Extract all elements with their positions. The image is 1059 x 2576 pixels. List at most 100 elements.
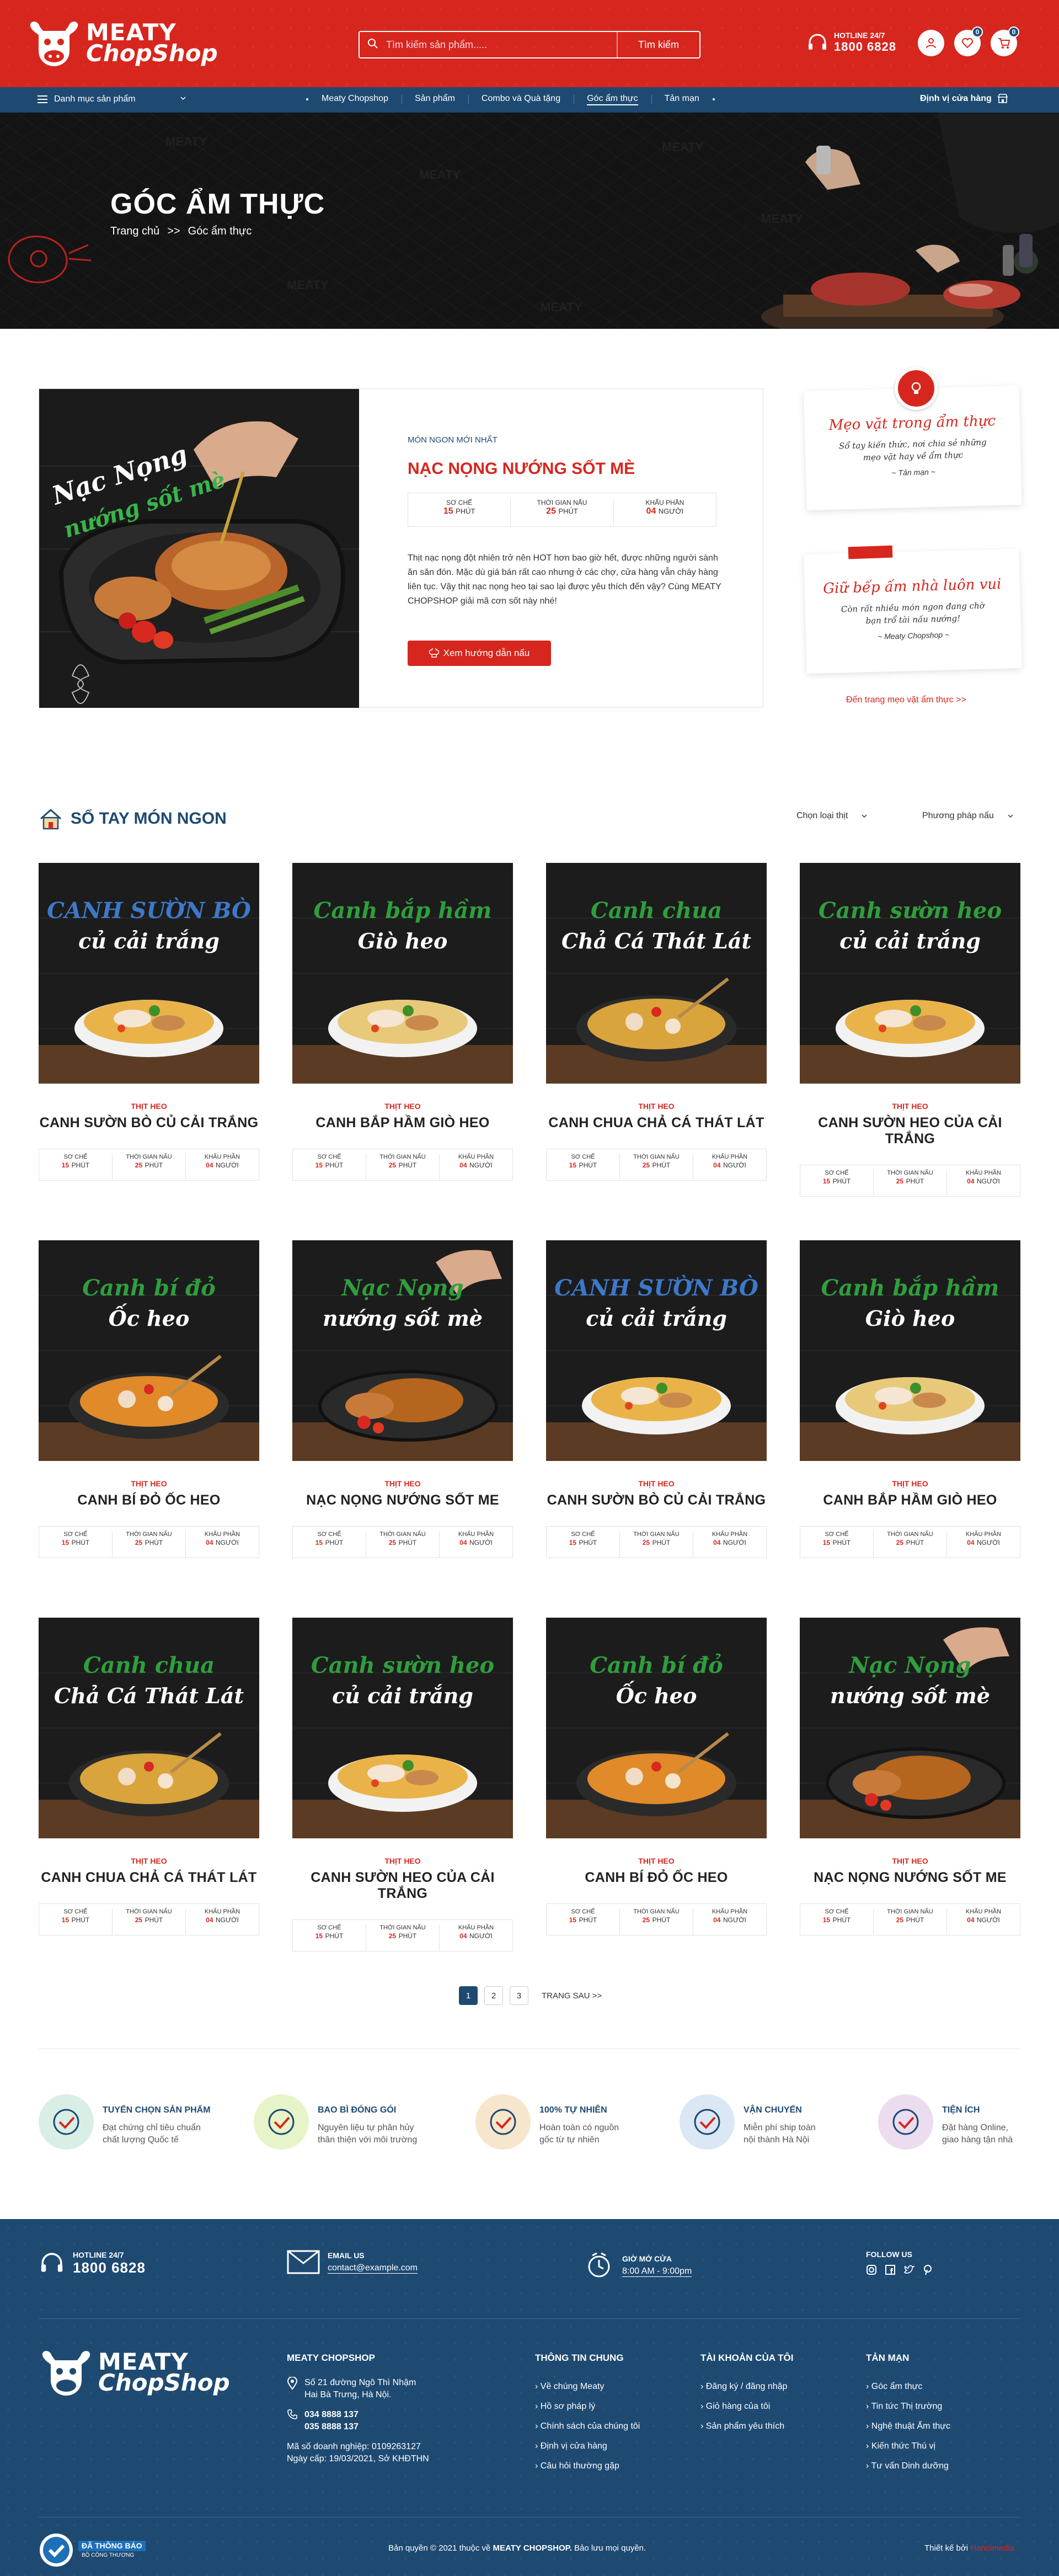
logo[interactable]: MEATY ChopShop [26,17,218,70]
footer-link[interactable]: Hồ sơ pháp lý [535,2397,640,2417]
featured-title[interactable]: NẠC NỌNG NƯỚNG SỐT MÈ [408,460,635,478]
designer-link[interactable]: Hanoimedia [970,2543,1014,2553]
instagram-icon[interactable] [866,2264,877,2278]
nav-item-meaty[interactable]: Meaty Chopshop [308,94,402,104]
pinterest-icon[interactable] [922,2264,933,2278]
recipe-image[interactable]: Canh chua Chả Cá Thát Lát [546,863,767,1084]
stat-prep: SƠ CHẾ 15 PHÚT [822,1170,851,1185]
recipe-name[interactable]: CANH BẮP HẦM GIÒ HEO [292,1115,513,1131]
footer-link[interactable]: Giỏ hàng của tôi [700,2397,793,2417]
svg-text:MEATY: MEATY [541,300,582,314]
recipe-card[interactable]: CANH SƯỜN BÒ củ cải trắng THỊT HEO CANH … [546,1240,767,1565]
tip-card-2[interactable]: Giữ bếp ấm nhà luôn vui Còn rất nhiều mó… [804,548,1022,674]
recipe-name[interactable]: CANH SƯỜN BÒ CỦ CẢI TRẮNG [39,1115,259,1131]
recipe-image[interactable]: Canh sườn heo củ cải trắng [800,863,1020,1084]
recipe-name[interactable]: CANH SƯỜN HEO CỦA CẢI TRẮNG [800,1115,1020,1147]
category-menu[interactable]: Danh mục sản phẩm [38,94,186,104]
twitter-icon[interactable] [903,2264,916,2278]
stat-prep: SƠ CHẾ 15 PHÚT [315,1154,344,1169]
footer-link[interactable]: Tin tức Thị trường [866,2397,950,2417]
account-button[interactable] [918,30,944,56]
wishlist-button[interactable]: 0 [954,26,983,56]
recipe-name[interactable]: NẠC NỌNG NƯỚNG SỐT ME [292,1492,513,1508]
recipe-image[interactable]: Canh sườn heo củ cải trắng [292,1618,513,1838]
footer-link[interactable]: Tư vấn Dinh dưỡng [866,2456,950,2476]
search-button[interactable]: Tìm kiếm [617,32,699,57]
recipe-card[interactable]: CANH SƯỜN BÒ củ cải trắng THỊT HEO CANH … [39,863,259,1187]
package-icon [254,2094,309,2150]
footer-link[interactable]: Định vị cửa hàng [535,2436,640,2456]
recipe-name[interactable]: CANH CHUA CHẢ CÁ THÁT LÁT [39,1870,259,1886]
footer-link[interactable]: Nghệ thuật Ẩm thực [866,2417,950,2436]
search-icon [360,38,386,52]
footer-link[interactable]: Câu hỏi thường gặp [535,2456,640,2476]
cart-button[interactable]: 0 [991,26,1019,56]
recipe-image[interactable]: Canh chua Chả Cá Thát Lát [39,1618,259,1838]
feature-title: TIỆN ÍCH [942,2105,980,2115]
breadcrumb-home[interactable]: Trang chủ [110,225,159,238]
hotline[interactable]: HOTLINE 24/7 1800 6828 [806,31,896,54]
recipe-image[interactable]: Canh bắp hầm Giò heo [292,863,513,1084]
recipe-name[interactable]: CANH SƯỜN BÒ CỦ CẢI TRẮNG [546,1492,767,1508]
footer-col-title: THÔNG TIN CHUNG [535,2353,624,2363]
nav-item-stories[interactable]: Tản mạn [651,94,713,104]
recipe-image[interactable]: CANH SƯỜN BÒ củ cải trắng [39,863,259,1084]
next-page[interactable]: TRANG SAU >> [535,1986,609,2005]
recipe-card[interactable]: Canh sườn heo củ cải trắng THỊT HEO CANH… [800,863,1020,1197]
page-1[interactable]: 1 [459,1986,478,2005]
recipe-image[interactable]: Nạc Nọng nướng sốt mè [800,1618,1020,1838]
recipe-card[interactable]: Canh bí đỏ Ốc heo THỊT HEO CANH BÍ ĐỎ ỐC… [39,1240,259,1565]
featured-recipe-image[interactable]: Nạc Nọng nướng sốt mè [39,389,359,708]
svg-text:Canh bí đỏ: Canh bí đỏ [82,1275,216,1301]
footer-phones[interactable]: 034 8888 137 035 8888 137 [287,2409,429,2433]
footer-email-value[interactable]: contact@example.com [328,2263,418,2274]
recipe-image[interactable]: CANH SƯỜN BÒ củ cải trắng [546,1240,767,1461]
recipe-card[interactable]: Canh sườn heo củ cải trắng THỊT HEO CANH… [292,1618,513,1951]
recipe-image[interactable]: Nạc Nọng nướng sốt mè [292,1240,513,1461]
footer-link[interactable]: Góc ẩm thực [866,2377,950,2397]
nav-item-combo[interactable]: Combo và Quà tặng [468,94,574,104]
footer-link[interactable]: Sản phẩm yêu thích [700,2417,793,2436]
tips-link[interactable]: Đến trang mẹo vặt ẩm thực >> [846,695,966,705]
footer-link[interactable]: Kiến thức Thú vị [866,2436,950,2456]
recipe-card[interactable]: Nạc Nọng nướng sốt mè THỊT HEO NẠC NỌNG … [292,1240,513,1565]
recipe-card[interactable]: Canh bắp hầm Giò heo THỊT HEO CANH BẮP H… [800,1240,1020,1565]
footer-logo[interactable]: MEATY ChopShop [39,2346,230,2399]
recipe-card[interactable]: Canh chua Chả Cá Thát Lát THỊT HEO CANH … [546,863,767,1187]
meat-filter[interactable]: Chọn loại thịt [796,811,868,821]
footer-email[interactable]: EMAIL US contact@example.com [287,2250,418,2274]
recipe-name[interactable]: CANH SƯỜN HEO CỦA CẢI TRẮNG [292,1870,513,1902]
svg-text:Giò heo: Giò heo [358,929,448,953]
recipe-card[interactable]: Canh chua Chả Cá Thát Lát THỊT HEO CANH … [39,1618,259,1942]
nav-item-culinary[interactable]: Góc ẩm thực [574,94,651,105]
meat-icon [39,2094,94,2150]
recipe-name[interactable]: CANH BÍ ĐỎ ỐC HEO [39,1492,259,1508]
recipe-name[interactable]: CANH BẮP HẦM GIÒ HEO [800,1492,1020,1508]
footer-link[interactable]: Chính sách của chúng tôi [535,2417,640,2436]
nav-item-products[interactable]: Sản phẩm [401,94,468,104]
recipe-card[interactable]: Canh bắp hầm Giò heo THỊT HEO CANH BẮP H… [292,863,513,1187]
store-locator-link[interactable]: Định vị cửa hàng [920,94,1008,104]
chevron-down-icon [1008,814,1013,818]
recipe-card[interactable]: Nạc Nọng nướng sốt mè THỊT HEO NẠC NỌNG … [800,1618,1020,1942]
stat-serve: KHẨU PHẦN 04 NGƯỜI [946,1908,1020,1935]
recipe-image[interactable]: Canh bắp hầm Giò heo [800,1240,1020,1461]
page-3[interactable]: 3 [510,1986,528,2005]
page-2[interactable]: 2 [484,1986,503,2005]
registered-badge[interactable]: ĐÃ THÔNG BÁO BỘ CÔNG THƯƠNG [39,2532,146,2568]
tape-decoration [848,545,893,559]
footer-hotline[interactable]: HOTLINE 24/7 1800 6828 [39,2250,146,2276]
recipe-card[interactable]: Canh bí đỏ Ốc heo THỊT HEO CANH BÍ ĐỎ ỐC… [546,1618,767,1942]
method-filter[interactable]: Phương pháp nấu [922,811,1014,821]
facebook-icon[interactable] [885,2264,896,2278]
recipe-name[interactable]: CANH CHUA CHẢ CÁ THÁT LÁT [546,1115,767,1131]
search-input[interactable]: Tìm kiếm sản phẩm..... [386,39,617,51]
svg-text:nướng sốt mè: nướng sốt mè [830,1683,990,1708]
footer-link[interactable]: Về chúng Meaty [535,2377,640,2397]
recipe-image[interactable]: Canh bí đỏ Ốc heo [39,1240,259,1461]
view-recipe-button[interactable]: Xem hướng dẫn nấu [408,641,551,666]
recipe-name[interactable]: NẠC NỌNG NƯỚNG SỐT ME [800,1870,1020,1886]
recipe-name[interactable]: CANH BÍ ĐỎ ỐC HEO [546,1870,767,1886]
recipe-image[interactable]: Canh bí đỏ Ốc heo [546,1618,767,1838]
footer-link[interactable]: Đăng ký / đăng nhập [700,2377,793,2397]
